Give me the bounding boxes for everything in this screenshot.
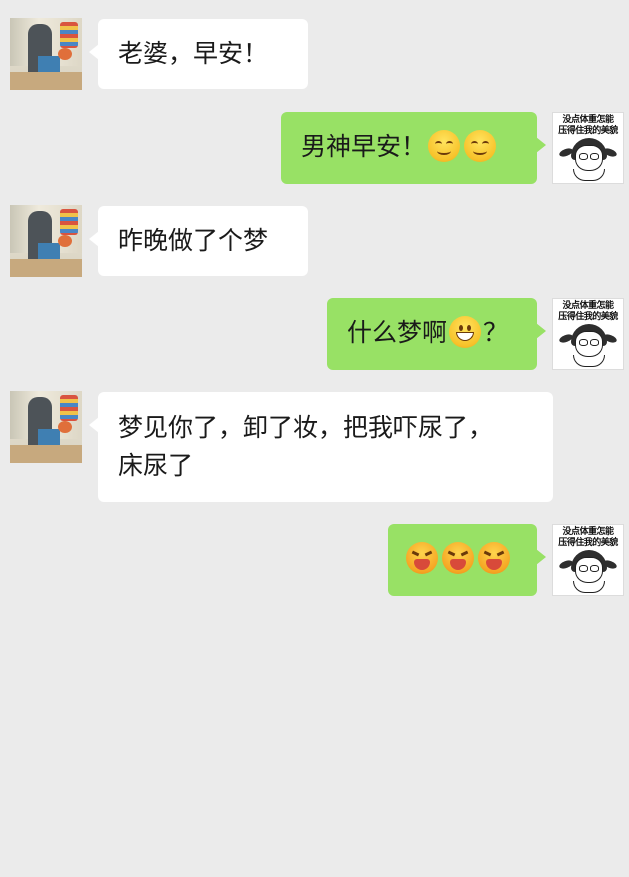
message-text: 男神早安！ bbox=[301, 132, 427, 161]
message-text: 老婆，早安！ bbox=[118, 39, 269, 68]
outgoing-message-bubble[interactable]: 什么梦啊 ？ bbox=[327, 298, 546, 370]
tongue-face-icon bbox=[478, 542, 510, 574]
outgoing-message-bubble[interactable]: 男神早安！ bbox=[281, 112, 546, 184]
message-text: 床尿了 bbox=[118, 451, 194, 480]
message-text: 昨晚做了个梦 bbox=[118, 226, 269, 255]
smile-icon bbox=[428, 130, 461, 162]
incoming-message-bubble[interactable]: 梦见你了，卸了妆，把我吓尿了， 床尿了 bbox=[89, 392, 553, 502]
message-text: 梦见你了，卸了妆，把我吓尿了， bbox=[118, 413, 494, 442]
contact-avatar[interactable] bbox=[10, 18, 82, 90]
avatar-caption: 没点体重怎能 压得住我的美貌 bbox=[558, 301, 618, 322]
outgoing-message-bubble[interactable] bbox=[388, 524, 546, 596]
message-text: ？ bbox=[483, 318, 509, 347]
tongue-face-icon bbox=[406, 542, 438, 574]
avatar-caption: 没点体重怎能 压得住我的美貌 bbox=[558, 527, 618, 548]
contact-avatar[interactable] bbox=[10, 391, 82, 463]
message-text: 什么梦啊 bbox=[347, 318, 448, 347]
my-avatar[interactable]: 没点体重怎能 压得住我的美貌 bbox=[552, 298, 624, 370]
grin-icon bbox=[449, 316, 482, 348]
avatar-caption: 没点体重怎能 压得住我的美貌 bbox=[558, 115, 618, 136]
contact-avatar[interactable] bbox=[10, 205, 82, 277]
tongue-face-icon bbox=[442, 542, 474, 574]
my-avatar[interactable]: 没点体重怎能 压得住我的美貌 bbox=[552, 524, 624, 596]
smile-icon bbox=[464, 130, 497, 162]
incoming-message-bubble[interactable]: 老婆，早安！ bbox=[89, 19, 308, 89]
my-avatar[interactable]: 没点体重怎能 压得住我的美貌 bbox=[552, 112, 624, 184]
incoming-message-bubble[interactable]: 昨晚做了个梦 bbox=[89, 206, 308, 276]
